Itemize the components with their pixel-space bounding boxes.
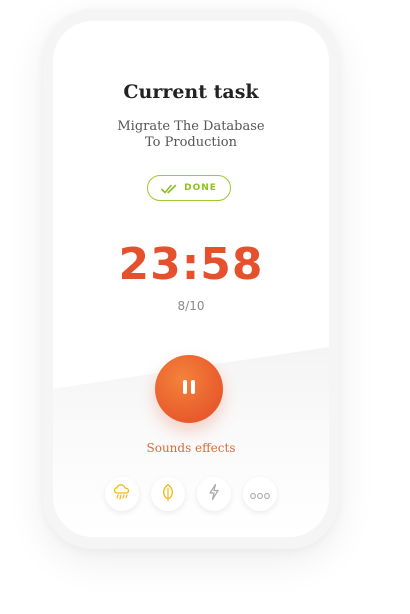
sound-rain-button[interactable] [105, 477, 139, 511]
task-name: Migrate The Database To Production [53, 119, 329, 151]
sound-effects-list [105, 477, 277, 513]
phone-frame: Current task Migrate The Database To Pro… [43, 9, 339, 549]
done-button[interactable]: DONE [147, 175, 231, 201]
app-screen: Current task Migrate The Database To Pro… [53, 21, 329, 537]
rain-cloud-icon [112, 482, 132, 506]
done-label: DONE [184, 183, 217, 193]
page-title: Current task [123, 81, 259, 103]
lightning-icon [204, 482, 224, 506]
double-check-icon [161, 179, 177, 198]
sounds-effects-label: Sounds effects [146, 441, 236, 455]
more-icon [249, 485, 271, 504]
timer-display: 23:58 [118, 239, 264, 290]
task-name-line-1: Migrate The Database [117, 119, 265, 134]
pomodoro-progress: 8/10 [177, 299, 205, 313]
pause-icon [178, 376, 200, 402]
leaf-icon [158, 482, 178, 506]
sound-nature-button[interactable] [151, 477, 185, 511]
task-name-line-2: To Production [145, 135, 237, 150]
sound-thunder-button[interactable] [197, 477, 231, 511]
pause-button[interactable] [155, 355, 223, 423]
sound-more-button[interactable] [243, 477, 277, 511]
